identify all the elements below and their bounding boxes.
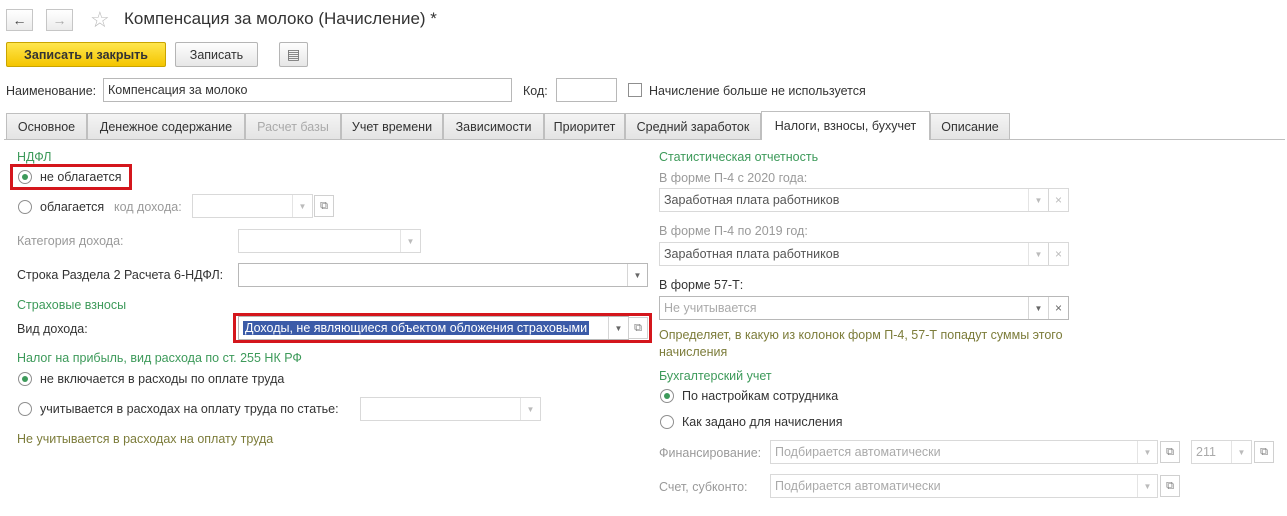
- chevron-down-icon: ▼: [1137, 475, 1157, 497]
- not-included-label: не включается в расходы по оплате труда: [40, 372, 285, 386]
- clear-icon[interactable]: ×: [1048, 243, 1068, 265]
- financing-code-open-button[interactable]: ⧉: [1254, 441, 1274, 463]
- p4-2020-label: В форме П-4 с 2020 года:: [659, 171, 808, 185]
- star-icon[interactable]: ☆: [90, 7, 110, 33]
- document-list-icon: ▤: [286, 46, 301, 62]
- tab-dependencies[interactable]: Зависимости: [443, 113, 544, 140]
- chevron-down-icon: ▼: [1137, 441, 1157, 463]
- as-set-radio[interactable]: [660, 415, 674, 429]
- clear-icon[interactable]: ×: [1048, 297, 1068, 319]
- by-employee-label: По настройкам сотрудника: [682, 389, 839, 403]
- f57-select[interactable]: Не учитывается ▼ ×: [659, 296, 1069, 320]
- not-included-radio[interactable]: [18, 372, 32, 386]
- tab-priority[interactable]: Приоритет: [544, 113, 625, 140]
- p4-2019-select[interactable]: Заработная плата работников ▼ ×: [659, 242, 1069, 266]
- report-line-select[interactable]: ▼: [238, 263, 648, 287]
- account-placeholder: Подбирается автоматически: [775, 479, 941, 493]
- code-label: Код:: [523, 84, 548, 98]
- profit-note: Не учитывается в расходах на оплату труд…: [17, 432, 274, 446]
- unused-label: Начисление больше не используется: [649, 84, 866, 98]
- chevron-down-icon: ▼: [1231, 441, 1251, 463]
- chevron-down-icon: ▼: [292, 195, 312, 217]
- taxed-radio[interactable]: [18, 200, 32, 214]
- open-window-icon: ⧉: [320, 199, 328, 212]
- f57-placeholder: Не учитывается: [664, 301, 757, 315]
- expense-article-select[interactable]: ▼: [360, 397, 541, 421]
- tab-taxes[interactable]: Налоги, взносы, бухучет: [761, 111, 930, 140]
- account-label: Счет, субконто:: [659, 480, 748, 494]
- p4-2020-value: Заработная плата работников: [664, 193, 840, 207]
- income-code-open-button[interactable]: ⧉: [314, 195, 334, 217]
- income-type-label: Вид дохода:: [17, 322, 88, 336]
- financing-code-select[interactable]: 211 ▼: [1191, 440, 1252, 464]
- income-code-label: код дохода:: [114, 200, 182, 214]
- income-code-select[interactable]: ▼: [192, 194, 313, 218]
- f57-label: В форме 57-Т:: [659, 278, 744, 292]
- open-window-icon: ⧉: [1166, 445, 1174, 458]
- clear-icon[interactable]: ×: [1048, 189, 1068, 211]
- open-window-icon: ⧉: [1260, 445, 1268, 458]
- income-category-label: Категория дохода:: [17, 234, 124, 248]
- tab-average-earnings[interactable]: Средний заработок: [625, 113, 761, 140]
- report-line-label: Строка Раздела 2 Расчета 6-НДФЛ:: [17, 268, 224, 282]
- included-label: учитывается в расходах на оплату труда п…: [40, 402, 339, 416]
- open-window-icon: ⧉: [1166, 479, 1174, 492]
- tab-main[interactable]: Основное: [6, 113, 87, 140]
- financing-label: Финансирование:: [659, 446, 762, 460]
- code-input[interactable]: [556, 78, 617, 102]
- page-title: Компенсация за молоко (Начисление) *: [124, 9, 437, 28]
- chevron-down-icon: ▼: [1028, 189, 1048, 211]
- insurance-header: Страховые взносы: [17, 298, 127, 312]
- highlight-income-type: [233, 313, 652, 343]
- name-input[interactable]: Компенсация за молоко: [103, 78, 512, 102]
- taxed-label: облагается: [40, 200, 105, 214]
- forward-button[interactable]: →: [46, 9, 73, 31]
- tab-salary[interactable]: Денежное содержание: [87, 113, 245, 140]
- back-button[interactable]: ←: [6, 9, 33, 31]
- by-employee-radio[interactable]: [660, 389, 674, 403]
- profit-tax-header: Налог на прибыль, вид расхода по ст. 255…: [17, 351, 302, 365]
- chevron-down-icon: ▼: [1028, 297, 1048, 319]
- arrow-right-icon: →: [52, 12, 67, 28]
- stat-note: Определяет, в какую из колонок форм П-4,…: [659, 328, 1063, 359]
- arrow-left-icon: ←: [12, 12, 27, 28]
- p4-2020-select[interactable]: Заработная плата работников ▼ ×: [659, 188, 1069, 212]
- financing-open-button[interactable]: ⧉: [1160, 441, 1180, 463]
- tab-base-calc[interactable]: Расчет базы: [245, 113, 341, 140]
- highlight-not-taxed: [10, 164, 132, 190]
- financing-select[interactable]: Подбирается автоматически ▼: [770, 440, 1158, 464]
- account-open-button[interactable]: ⧉: [1160, 475, 1180, 497]
- chevron-down-icon: ▼: [1028, 243, 1048, 265]
- p4-2019-label: В форме П-4 по 2019 год:: [659, 224, 808, 238]
- chevron-down-icon: ▼: [400, 230, 420, 252]
- name-label: Наименование:: [6, 84, 97, 98]
- save-and-close-button[interactable]: Записать и закрыть: [6, 42, 166, 67]
- chevron-down-icon: ▼: [520, 398, 540, 420]
- chevron-down-icon: ▼: [627, 264, 647, 286]
- tab-divider: [4, 139, 1285, 140]
- save-button[interactable]: Записать: [175, 42, 258, 67]
- accounting-header: Бухгалтерский учет: [659, 369, 772, 383]
- financing-placeholder: Подбирается автоматически: [775, 445, 941, 459]
- unused-checkbox[interactable]: [628, 83, 642, 97]
- account-select[interactable]: Подбирается автоматически ▼: [770, 474, 1158, 498]
- p4-2019-value: Заработная плата работников: [664, 247, 840, 261]
- included-radio[interactable]: [18, 402, 32, 416]
- tab-time-accounting[interactable]: Учет времени: [341, 113, 443, 140]
- ndfl-header: НДФЛ: [17, 150, 52, 164]
- name-value: Компенсация за молоко: [108, 83, 248, 97]
- more-actions-button[interactable]: ▤: [279, 42, 308, 67]
- tab-description[interactable]: Описание: [930, 113, 1010, 140]
- financing-code: 211: [1196, 445, 1216, 459]
- stat-header: Статистическая отчетность: [659, 150, 819, 164]
- income-category-select[interactable]: ▼: [238, 229, 421, 253]
- as-set-label: Как задано для начисления: [682, 415, 843, 429]
